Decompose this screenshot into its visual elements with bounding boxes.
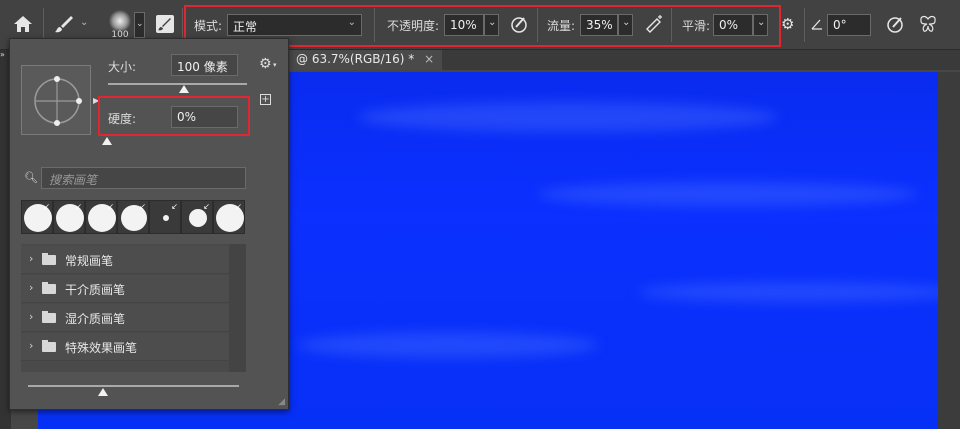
close-tab-icon[interactable]: × xyxy=(424,52,434,66)
folder-row[interactable]: › 常规画笔 xyxy=(21,246,229,274)
brush-preset-picker: ▶ 大小: 100 像素 ⚙ ▾ + 硬度: 0% 🔍︎ 搜索画笔 ↙ ↙ ↙ … xyxy=(9,38,289,410)
brush-tip[interactable]: ↙ xyxy=(213,200,245,234)
brush-tip[interactable]: ↙ xyxy=(85,200,117,234)
document-tab-bar: @ 63.7%(RGB/16) * × xyxy=(288,50,960,70)
brush-picker-dropdown[interactable]: ⌄ xyxy=(134,12,145,38)
folder-icon xyxy=(42,282,56,294)
home-icon[interactable] xyxy=(13,15,33,33)
resize-grip-icon[interactable]: ◢ xyxy=(278,397,285,407)
panel-gear-chevron-icon: ▾ xyxy=(273,61,277,69)
pressure-mark-icon: ↙ xyxy=(235,202,242,211)
pressure-mark-icon: ↙ xyxy=(171,202,178,211)
new-preset-icon[interactable]: + xyxy=(260,94,271,105)
texture-streak xyxy=(298,332,598,358)
right-scroll-gutter xyxy=(938,72,960,429)
thumbnail-size-slider-thumb[interactable] xyxy=(98,388,108,396)
folder-row[interactable]: › 湿介质画笔 xyxy=(21,304,229,332)
folder-icon xyxy=(42,253,56,265)
folder-row[interactable]: › 特殊效果画笔 xyxy=(21,333,229,361)
document-tab[interactable]: @ 63.7%(RGB/16) * × xyxy=(288,50,443,70)
texture-streak xyxy=(538,182,918,206)
folder-list-scrollbar[interactable] xyxy=(229,244,246,372)
folder-icon xyxy=(42,340,56,352)
size-label: 大小: xyxy=(108,60,137,74)
panel-settings-gear-icon[interactable]: ⚙ xyxy=(259,56,272,72)
search-icon: 🔍︎ xyxy=(24,171,38,184)
gear-icon[interactable]: ⚙ xyxy=(781,15,794,33)
brush-folder-list: › 常规画笔 › 干介质画笔 › 湿介质画笔 › 特殊效果画笔 xyxy=(21,244,229,372)
pressure-size-icon[interactable] xyxy=(886,15,904,33)
brush-tip[interactable]: ↙ xyxy=(53,200,85,234)
symmetry-butterfly-icon[interactable] xyxy=(918,14,938,34)
size-slider-track[interactable] xyxy=(108,83,247,85)
highlight-box-hardness xyxy=(98,96,250,136)
folder-label: 常规画笔 xyxy=(65,254,114,268)
recent-brush-tips: ↙ ↙ ↙ ↙ ↙ ↙ ↙ xyxy=(21,200,246,234)
chevron-right-icon: › xyxy=(29,310,34,323)
hardness-slider-thumb[interactable] xyxy=(102,137,112,145)
thumbnail-size-slider-track[interactable] xyxy=(28,385,239,387)
pressure-mark-icon: ↙ xyxy=(203,202,210,211)
chevron-right-icon: › xyxy=(29,252,34,265)
folder-label: 特殊效果画笔 xyxy=(65,341,138,355)
folder-icon xyxy=(42,311,56,323)
pressure-mark-icon: ↙ xyxy=(43,202,50,211)
pressure-mark-icon: ↙ xyxy=(75,202,82,211)
brush-tip[interactable]: ↙ xyxy=(149,200,181,234)
brush-angle-preview[interactable] xyxy=(21,65,91,135)
angle-icon xyxy=(811,19,822,30)
tool-preset-dropdown-icon[interactable]: ⌄ xyxy=(80,17,88,28)
chevron-right-icon: › xyxy=(29,281,34,294)
folder-row[interactable]: › 干介质画笔 xyxy=(21,275,229,303)
brush-tool-icon[interactable] xyxy=(54,14,74,34)
size-slider-thumb[interactable] xyxy=(179,85,189,93)
folder-label: 干介质画笔 xyxy=(65,283,126,297)
angle-input[interactable]: 0° xyxy=(827,14,871,36)
chevron-right-icon: › xyxy=(29,339,34,352)
texture-streak xyxy=(638,282,958,302)
size-input[interactable]: 100 像素 xyxy=(171,54,238,76)
brush-roundness-icon xyxy=(34,76,82,126)
folder-label: 湿介质画笔 xyxy=(65,312,126,326)
brush-tip[interactable]: ↙ xyxy=(181,200,213,234)
brush-tip-icon xyxy=(109,10,131,32)
brush-search-input[interactable]: 搜索画笔 xyxy=(41,167,246,189)
pressure-mark-icon: ↙ xyxy=(107,202,114,211)
texture-streak xyxy=(358,102,778,132)
pressure-mark-icon: ↙ xyxy=(139,202,146,211)
brush-settings-toggle-icon[interactable] xyxy=(156,15,174,33)
brush-tip[interactable]: ↙ xyxy=(21,200,53,234)
document-title: @ 63.7%(RGB/16) * xyxy=(296,52,415,66)
brush-preview[interactable]: 100 xyxy=(106,8,134,42)
brush-tip[interactable]: ↙ xyxy=(117,200,149,234)
